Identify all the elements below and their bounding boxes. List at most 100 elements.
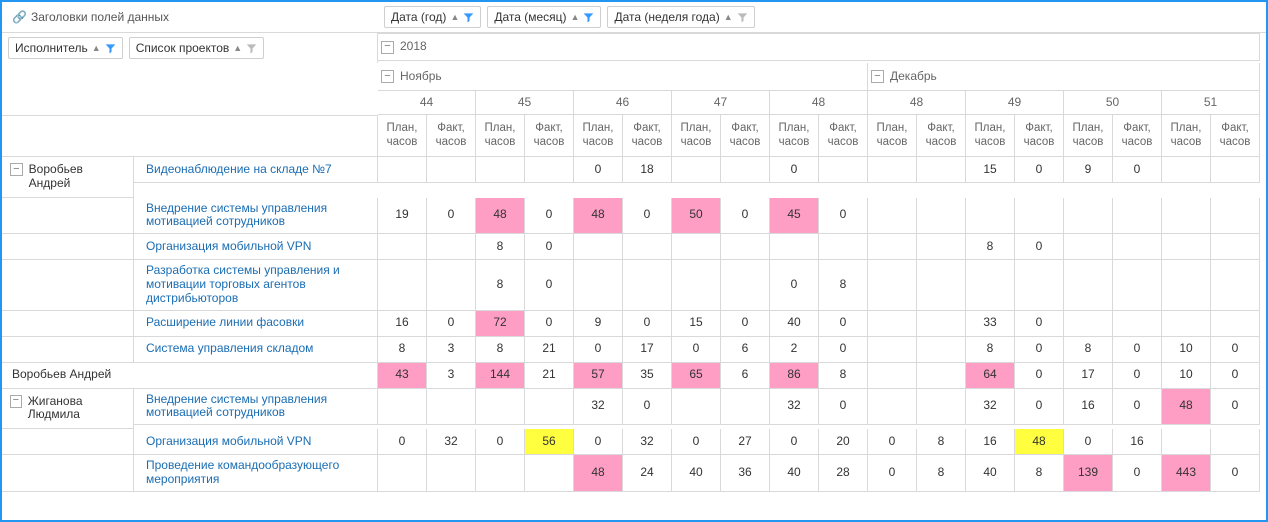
- sort-asc-icon[interactable]: ▲: [571, 12, 580, 22]
- data-cell: 0: [574, 429, 623, 455]
- data-cell: [868, 234, 917, 260]
- data-cell: 65: [672, 363, 721, 389]
- project-cell[interactable]: Проведение командообразующего мероприяти…: [134, 455, 378, 492]
- project-cell[interactable]: Организация мобильной VPN: [134, 234, 378, 260]
- data-cell: 16: [1113, 429, 1162, 455]
- field-chip-label: Список проектов: [136, 41, 230, 55]
- pivot-grid: 🔗 Заголовки полей данных Дата (год) ▲ Да…: [0, 0, 1268, 522]
- week-header[interactable]: 50: [1064, 91, 1162, 115]
- collapse-icon[interactable]: −: [871, 70, 884, 83]
- data-cell: [868, 363, 917, 389]
- sort-asc-icon[interactable]: ▲: [233, 43, 242, 53]
- week-header[interactable]: 46: [574, 91, 672, 115]
- data-cell: 0: [525, 260, 574, 310]
- data-cell: 0: [378, 429, 427, 455]
- week-header[interactable]: 49: [966, 91, 1064, 115]
- data-cell: 0: [574, 337, 623, 363]
- data-cell: 0: [1211, 363, 1260, 389]
- data-cell: [868, 389, 917, 426]
- data-cell: 0: [623, 198, 672, 235]
- filter-icon[interactable]: [463, 12, 474, 23]
- data-cell: [917, 363, 966, 389]
- data-cell: 8: [966, 337, 1015, 363]
- data-cell: 17: [623, 337, 672, 363]
- collapse-icon[interactable]: −: [10, 395, 22, 408]
- data-cell: 0: [672, 429, 721, 455]
- data-cell: 21: [525, 363, 574, 389]
- data-cell: [1162, 157, 1211, 183]
- data-cell: 48: [574, 198, 623, 235]
- data-cell: 0: [525, 234, 574, 260]
- data-cell: [1113, 198, 1162, 235]
- data-cell: [917, 260, 966, 310]
- collapse-icon[interactable]: −: [10, 163, 23, 176]
- data-cell: 32: [427, 429, 476, 455]
- data-cell: 17: [1064, 363, 1113, 389]
- collapse-icon[interactable]: −: [381, 41, 394, 54]
- data-cell: [378, 455, 427, 492]
- filter-icon[interactable]: [246, 43, 257, 54]
- data-cell: 0: [1015, 234, 1064, 260]
- data-cell: 0: [721, 198, 770, 235]
- data-cell: 8: [819, 260, 868, 310]
- measure-header: Факт, часов: [525, 115, 574, 157]
- week-header[interactable]: 45: [476, 91, 574, 115]
- data-cell: 27: [721, 429, 770, 455]
- data-cell: 40: [770, 311, 819, 337]
- data-cell: 48: [476, 198, 525, 235]
- sort-asc-icon[interactable]: ▲: [450, 12, 459, 22]
- week-header[interactable]: 51: [1162, 91, 1260, 115]
- field-chip[interactable]: Дата (месяц) ▲: [487, 6, 601, 28]
- month-header-dec[interactable]: − Декабрь: [868, 63, 1260, 91]
- data-cell: [378, 389, 427, 426]
- collapse-icon[interactable]: −: [381, 70, 394, 83]
- data-cell: 0: [1015, 337, 1064, 363]
- data-cell: [427, 157, 476, 183]
- data-cell: 8: [1015, 455, 1064, 492]
- data-cell: [525, 455, 574, 492]
- data-cell: 0: [770, 429, 819, 455]
- measure-header: План, часов: [868, 115, 917, 157]
- performer-cell[interactable]: − Жиганова Людмила: [2, 389, 134, 430]
- project-cell[interactable]: Видеонаблюдение на складе №7: [134, 157, 378, 183]
- data-cell: [966, 198, 1015, 235]
- project-cell[interactable]: Расширение линии фасовки: [134, 311, 378, 337]
- week-header[interactable]: 44: [378, 91, 476, 115]
- measure-header: Факт, часов: [721, 115, 770, 157]
- performer-cell[interactable]: − Воробьев Андрей: [2, 157, 134, 198]
- data-cell: [868, 198, 917, 235]
- month-header-nov[interactable]: − Ноябрь: [378, 63, 868, 91]
- data-cell: 0: [770, 157, 819, 183]
- data-cell: 0: [623, 389, 672, 426]
- project-cell[interactable]: Организация мобильной VPN: [134, 429, 378, 455]
- filter-icon[interactable]: [583, 12, 594, 23]
- field-chip[interactable]: Дата (год) ▲: [384, 6, 481, 28]
- project-cell[interactable]: Разработка системы управления и мотиваци…: [134, 260, 378, 310]
- data-cell: 0: [721, 311, 770, 337]
- sort-asc-icon[interactable]: ▲: [92, 43, 101, 53]
- filter-icon[interactable]: [737, 12, 748, 23]
- project-cell[interactable]: Внедрение системы управления мотивацией …: [134, 389, 378, 426]
- table-row: Проведение командообразующего мероприяти…: [2, 455, 1266, 492]
- week-header[interactable]: 48: [770, 91, 868, 115]
- table-row: Внедрение системы управления мотивацией …: [2, 198, 1266, 235]
- data-cell: 0: [525, 311, 574, 337]
- data-cell: [721, 389, 770, 426]
- week-header[interactable]: 48: [868, 91, 966, 115]
- project-cell[interactable]: Внедрение системы управления мотивацией …: [134, 198, 378, 235]
- field-chip[interactable]: Список проектов ▲: [129, 37, 265, 59]
- month-label: Ноябрь: [400, 70, 442, 84]
- data-cell: [427, 234, 476, 260]
- project-cell[interactable]: Система управления складом: [134, 337, 378, 363]
- data-cell: 0: [672, 337, 721, 363]
- data-cell: 8: [917, 429, 966, 455]
- data-cell: 6: [721, 337, 770, 363]
- sort-asc-icon[interactable]: ▲: [724, 12, 733, 22]
- week-header[interactable]: 47: [672, 91, 770, 115]
- measure-header: Факт, часов: [917, 115, 966, 157]
- year-header[interactable]: − 2018: [378, 33, 1260, 61]
- data-cell: 0: [1113, 363, 1162, 389]
- field-chip[interactable]: Исполнитель ▲: [8, 37, 123, 59]
- filter-icon[interactable]: [105, 43, 116, 54]
- field-chip[interactable]: Дата (неделя года) ▲: [607, 6, 754, 28]
